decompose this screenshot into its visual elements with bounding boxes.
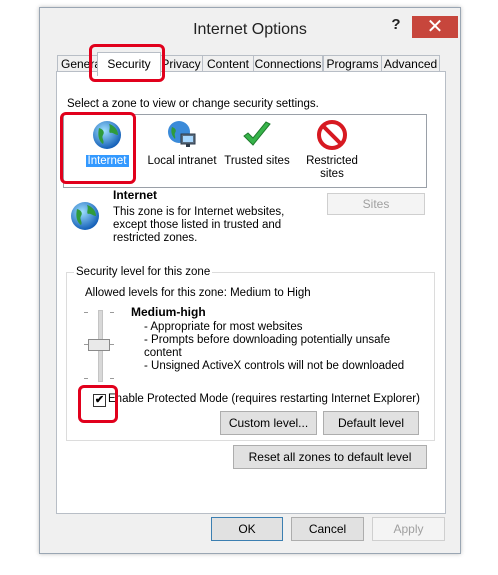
level-bullet: content xyxy=(144,347,182,359)
protected-mode-label[interactable]: Enable Protected Mode (requires restarti… xyxy=(108,393,420,405)
slider-tick xyxy=(110,344,114,345)
security-level-name: Medium-high xyxy=(131,305,206,319)
globe-icon xyxy=(71,202,99,230)
slider-tick xyxy=(84,312,88,313)
selected-zone-name: Internet xyxy=(113,188,158,202)
highlight-protected-mode-checkbox xyxy=(78,385,118,423)
checkmark-icon xyxy=(243,121,271,146)
cancel-button[interactable]: Cancel xyxy=(291,517,364,541)
slider-tick xyxy=(84,378,88,379)
zone-label: Trusted sites xyxy=(224,155,290,167)
security-slider-thumb[interactable] xyxy=(88,339,110,351)
security-level-legend: Security level for this zone xyxy=(74,266,213,278)
ok-button[interactable]: OK xyxy=(211,517,283,541)
slider-tick xyxy=(84,344,88,345)
sites-button[interactable]: Sites xyxy=(327,193,425,215)
reset-all-zones-button[interactable]: Reset all zones to default level xyxy=(233,445,427,469)
allowed-levels-text: Allowed levels for this zone: Medium to … xyxy=(85,287,311,299)
zone-prompt: Select a zone to view or change security… xyxy=(67,98,319,110)
zone-local-intranet[interactable]: Local intranet xyxy=(144,115,220,183)
slider-tick xyxy=(110,312,114,313)
level-bullet: - Appropriate for most websites xyxy=(144,321,303,333)
zone-restricted-sites[interactable]: Restricted sites xyxy=(300,115,364,183)
zone-trusted-sites[interactable]: Trusted sites xyxy=(224,115,290,183)
intranet-icon xyxy=(168,121,196,147)
tab-label: Programs xyxy=(326,57,379,71)
tab-label: Connections xyxy=(254,57,322,71)
level-bullet: - Unsigned ActiveX controls will not be … xyxy=(144,360,405,372)
zone-label: Local intranet xyxy=(147,155,217,167)
tab-label: Privacy xyxy=(161,57,201,71)
default-level-button[interactable]: Default level xyxy=(323,411,419,435)
apply-button[interactable]: Apply xyxy=(372,517,445,541)
zone-label: Restricted sites xyxy=(306,155,358,180)
custom-level-button[interactable]: Custom level... xyxy=(220,411,317,435)
highlight-security-tab xyxy=(89,44,165,82)
help-button[interactable]: ? xyxy=(384,15,408,35)
close-button[interactable]: ✕ xyxy=(412,16,458,38)
selected-zone-description: This zone is for Internet websites, exce… xyxy=(113,206,285,244)
level-bullet: - Prompts before downloading potentially… xyxy=(144,334,391,346)
slider-tick xyxy=(110,378,114,379)
tab-label: Content xyxy=(206,57,250,71)
highlight-internet-zone xyxy=(60,112,136,184)
restricted-icon xyxy=(317,120,347,150)
tab-label: Advanced xyxy=(383,57,438,71)
